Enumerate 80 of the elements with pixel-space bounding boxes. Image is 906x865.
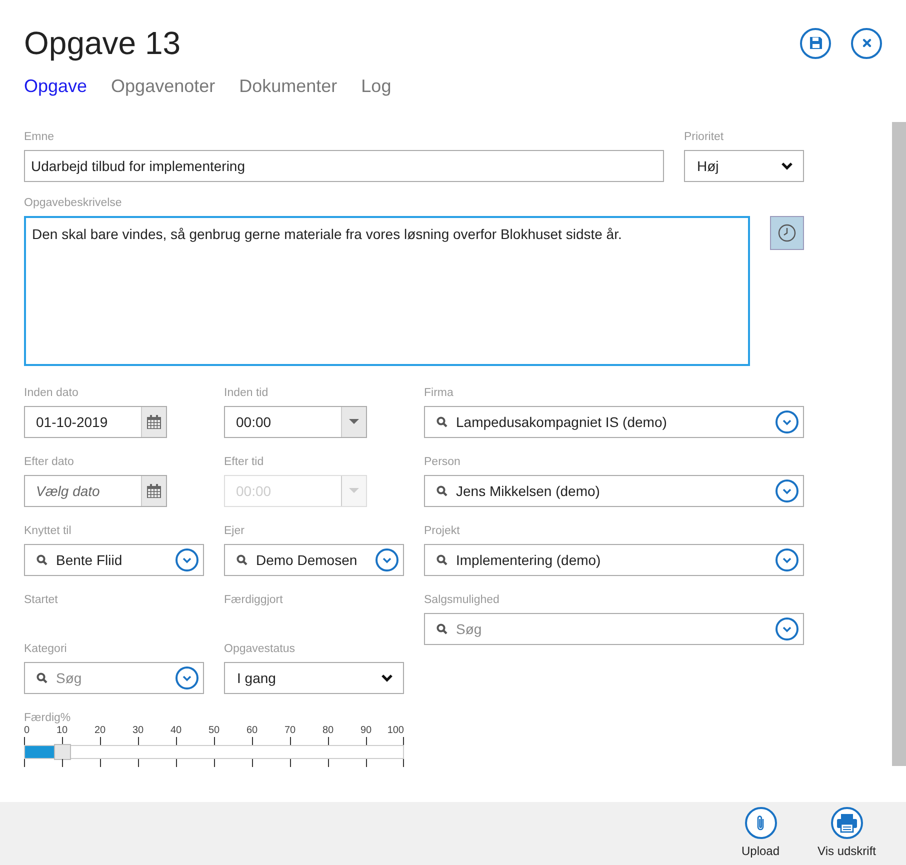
chevron-circle-icon bbox=[175, 666, 199, 690]
slider-thumb[interactable] bbox=[54, 744, 71, 760]
tick-label: 90 bbox=[360, 725, 372, 737]
scrollbar[interactable] bbox=[892, 122, 906, 766]
tab[interactable]: Log bbox=[361, 76, 392, 97]
tick-label: 70 bbox=[284, 725, 296, 737]
field-label: Startet bbox=[24, 593, 59, 607]
chevron-circle-icon bbox=[175, 548, 199, 572]
search-icon bbox=[436, 416, 448, 428]
lookup-field[interactable]: Lampedusakompagniet IS (demo) bbox=[424, 406, 804, 438]
lookup-field[interactable]: Jens Mikkelsen (demo) bbox=[424, 475, 804, 507]
search-icon bbox=[36, 672, 48, 684]
field-label: Ejer bbox=[224, 524, 246, 538]
chevron-down-icon bbox=[781, 162, 793, 170]
clock-icon bbox=[777, 223, 797, 243]
tick-label: 40 bbox=[170, 725, 182, 737]
field-label: Efter tid bbox=[224, 455, 265, 469]
field-label: Salgsmulighed bbox=[424, 593, 500, 607]
tick-label: 10 bbox=[56, 725, 68, 737]
status-dropdown[interactable]: I gang bbox=[224, 662, 404, 694]
field-label: Emne bbox=[24, 130, 56, 144]
field-label: Inden dato bbox=[24, 386, 80, 400]
chevron-circle-icon bbox=[775, 548, 799, 572]
calendar-icon bbox=[146, 483, 162, 499]
tick-label: 100 bbox=[387, 725, 404, 737]
close-button[interactable] bbox=[851, 28, 882, 58]
field-label: Projekt bbox=[424, 524, 461, 538]
clock-button[interactable] bbox=[770, 216, 804, 250]
search-icon bbox=[436, 485, 448, 497]
lookup-field[interactable]: Søg bbox=[24, 662, 204, 694]
field-label: Færdig% bbox=[24, 711, 72, 725]
lookup-field[interactable]: Demo Demosen bbox=[224, 544, 404, 576]
chevron-circle-icon bbox=[775, 479, 799, 503]
search-icon bbox=[236, 554, 248, 566]
tick-label: 0 bbox=[24, 725, 30, 737]
calendar-icon bbox=[146, 414, 162, 430]
search-icon bbox=[36, 554, 48, 566]
tab[interactable]: Opgave bbox=[24, 76, 88, 97]
close-icon bbox=[860, 37, 872, 49]
date-field[interactable]: 01-10-2019 bbox=[24, 406, 167, 438]
date-field[interactable]: Vælg dato bbox=[24, 475, 167, 507]
priority-dropdown[interactable]: Høj bbox=[684, 150, 804, 182]
field-label: Kategori bbox=[24, 642, 68, 656]
time-field[interactable]: 00:00 bbox=[224, 406, 367, 438]
caret-icon bbox=[349, 419, 359, 425]
field-label: Opgavestatus bbox=[224, 642, 296, 656]
tick-label: 20 bbox=[94, 725, 106, 737]
printer-icon bbox=[836, 813, 858, 833]
field-label: Person bbox=[424, 455, 462, 469]
upload-button[interactable]: Upload bbox=[742, 802, 780, 858]
tick-label: 80 bbox=[322, 725, 334, 737]
tick-label: 50 bbox=[208, 725, 220, 737]
search-icon bbox=[436, 554, 448, 566]
field-label: Prioritet bbox=[684, 130, 725, 144]
save-icon bbox=[808, 36, 822, 50]
page-title: Opgave 13 bbox=[24, 24, 181, 62]
chevron-circle-icon bbox=[775, 617, 799, 641]
tick-label: 60 bbox=[246, 725, 258, 737]
field-label: Inden tid bbox=[224, 386, 270, 400]
field-label: Opgavebeskrivelse bbox=[24, 196, 123, 210]
subject-field[interactable]: Udarbejd tilbud for implementering bbox=[24, 150, 664, 182]
tab[interactable]: Dokumenter bbox=[239, 76, 338, 97]
lookup-field[interactable]: Implementering (demo) bbox=[424, 544, 804, 576]
tab[interactable]: Opgavenoter bbox=[111, 76, 216, 97]
field-label: Efter dato bbox=[24, 455, 75, 469]
lookup-field[interactable]: Bente Fliid bbox=[24, 544, 204, 576]
chevron-circle-icon bbox=[375, 548, 399, 572]
chevron-down-icon bbox=[381, 674, 393, 682]
search-icon bbox=[436, 623, 448, 635]
chevron-circle-icon bbox=[775, 410, 799, 434]
print-button[interactable]: Vis udskrift bbox=[818, 802, 876, 858]
progress-slider[interactable] bbox=[24, 737, 404, 769]
save-button[interactable] bbox=[800, 28, 831, 58]
field-label: Færdiggjort bbox=[224, 593, 284, 607]
field-label: Firma bbox=[424, 386, 454, 400]
field-label: Knyttet til bbox=[24, 524, 72, 538]
description-field[interactable]: Den skal bare vindes, så genbrug gerne materiale fra vores løsning overfor Blokhuset sidste år. bbox=[24, 216, 750, 366]
lookup-field[interactable]: Søg bbox=[424, 613, 804, 645]
tick-label: 30 bbox=[132, 725, 144, 737]
caret-icon bbox=[349, 488, 359, 494]
